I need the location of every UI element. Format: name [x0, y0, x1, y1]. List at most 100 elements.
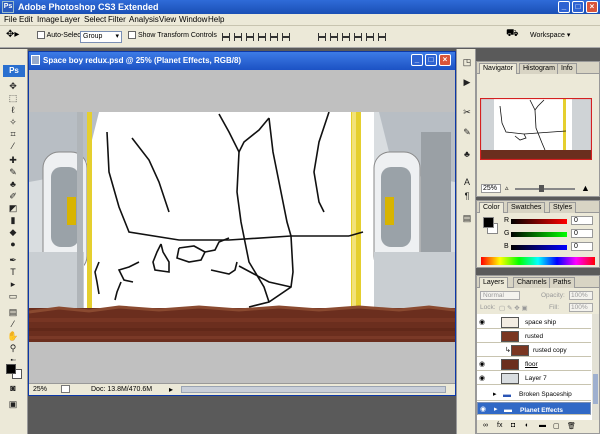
tab-info[interactable]: Info [557, 63, 577, 74]
channel-r-value[interactable]: 0 [571, 216, 593, 225]
doc-minimize-button[interactable]: _ [411, 54, 423, 66]
quick-mask-icon[interactable]: ◙ [5, 383, 21, 394]
crop-tool-icon[interactable]: ⌗ [5, 129, 21, 140]
expand-arrow-icon[interactable]: ▸ [493, 390, 497, 398]
zoom-level[interactable]: 25% [33, 386, 47, 393]
color-spectrum-bar[interactable] [481, 257, 595, 265]
channel-r-slider[interactable] [511, 219, 567, 224]
tab-navigator[interactable]: Navigator [479, 63, 517, 74]
align-left-icon[interactable] [258, 33, 266, 41]
tab-styles[interactable]: Styles [549, 202, 577, 213]
layer-row-layer-7[interactable]: ◉ Layer 7 [477, 372, 591, 385]
tab-paths[interactable]: Paths [549, 277, 575, 288]
gradient-tool-icon[interactable]: ▮ [5, 215, 21, 226]
clone-source-icon[interactable]: ♣ [459, 149, 475, 160]
move-tool-icon[interactable]: ✥▸ [6, 29, 19, 40]
opacity-field[interactable]: 100% [569, 291, 593, 300]
marquee-tool-icon[interactable]: ⬚ [5, 93, 21, 104]
align-vcenter-icon[interactable] [234, 33, 242, 41]
lock-icons[interactable]: ▢ ✎ ✥ ▣ [499, 304, 528, 312]
align-right-icon[interactable] [282, 33, 290, 41]
layer-mask-icon[interactable]: ◘ [511, 422, 515, 429]
history-panel-icon[interactable]: ◳ [459, 57, 475, 68]
menu-help[interactable]: Help [208, 15, 224, 24]
tab-color[interactable]: Color [479, 202, 504, 213]
show-transform-controls-group[interactable]: Show Transform Controls [128, 31, 217, 39]
tab-layers[interactable]: Layers [479, 277, 509, 288]
blend-mode-select[interactable]: Normal [480, 291, 520, 300]
tab-channels[interactable]: Channels [513, 277, 551, 288]
align-top-icon[interactable] [222, 33, 230, 41]
slider-thumb[interactable] [539, 185, 544, 192]
status-menu-arrow-icon[interactable]: ▸ [169, 385, 173, 394]
brushes-panel-icon[interactable]: ✎ [459, 127, 475, 138]
healing-brush-tool-icon[interactable]: ✚ [5, 155, 21, 166]
navigator-zoom-slider[interactable] [515, 188, 575, 190]
menu-edit[interactable]: Edit [19, 15, 33, 24]
channel-g-slider[interactable] [511, 232, 567, 237]
align-hcenter-icon[interactable] [270, 33, 278, 41]
canvas-area[interactable] [29, 70, 455, 383]
layer-style-icon[interactable]: fx [497, 422, 502, 429]
pen-tool-icon[interactable]: ✒ [5, 255, 21, 266]
navigator-thumbnail[interactable] [480, 98, 592, 160]
align-bottom-icon[interactable] [246, 33, 254, 41]
notes-tool-icon[interactable]: ▤ [5, 307, 21, 318]
doc-close-button[interactable]: × [439, 54, 451, 66]
layer-row-broken-spaceship[interactable]: ▸ ▬ Broken Spaceship [477, 388, 591, 401]
doc-maximize-button[interactable]: □ [425, 54, 437, 66]
menu-window[interactable]: Window [179, 15, 207, 24]
new-group-icon[interactable]: ▬ [539, 422, 546, 429]
channel-b-value[interactable]: 0 [571, 242, 593, 251]
eye-icon[interactable]: ◉ [479, 375, 487, 382]
workspace-button[interactable]: Workspace ▾ [530, 31, 570, 39]
menu-filter[interactable]: Filter [108, 15, 126, 24]
magic-wand-tool-icon[interactable]: ✧ [5, 117, 21, 128]
history-brush-tool-icon[interactable]: ✐ [5, 191, 21, 202]
layer-comps-icon[interactable]: ▤ [459, 213, 475, 224]
link-layers-icon[interactable]: ∞ [483, 422, 488, 429]
close-button[interactable]: × [586, 1, 598, 13]
tool-presets-icon[interactable]: ✂ [459, 107, 475, 118]
canvas-image[interactable] [29, 112, 455, 342]
hand-tool-icon[interactable]: ✋ [5, 331, 21, 342]
auto-select-checkbox-group[interactable]: Auto-Select: [37, 31, 85, 39]
layer-row-rusted-copy[interactable]: ↳ rusted copy [477, 344, 591, 357]
distribute-left-icon[interactable] [354, 33, 362, 41]
maximize-button[interactable]: □ [572, 1, 584, 13]
menu-select[interactable]: Select [84, 15, 106, 24]
zoom-in-icon[interactable]: ▲ [581, 183, 590, 193]
move-tool-icon[interactable]: ✥ [5, 81, 21, 92]
eyedropper-sampler-tool-icon[interactable]: ⁄ [5, 319, 21, 330]
clone-stamp-tool-icon[interactable]: ♣ [5, 179, 21, 190]
layer-row-space-ship[interactable]: ◉ space ship [477, 316, 591, 329]
path-selection-tool-icon[interactable]: ▸ [5, 279, 21, 290]
menu-analysis[interactable]: Analysis [129, 15, 159, 24]
document-titlebar[interactable]: Space boy redux.psd @ 25% (Planet Effect… [29, 52, 455, 70]
layers-scrollbar-thumb[interactable] [593, 374, 598, 404]
zoom-out-icon[interactable]: ▵ [505, 184, 509, 192]
channel-g-value[interactable]: 0 [571, 229, 593, 238]
eye-icon[interactable]: ◉ [479, 319, 487, 326]
actions-panel-icon[interactable]: ▶ [459, 77, 475, 88]
layers-scrollbar[interactable] [592, 314, 599, 420]
auto-select-dropdown[interactable]: Group ▾ [80, 31, 122, 43]
menu-layer[interactable]: Layer [60, 15, 80, 24]
eyedropper-tool-icon[interactable]: ⁄ [5, 141, 21, 152]
menu-image[interactable]: Image [37, 15, 59, 24]
distribute-vcenter-icon[interactable] [330, 33, 338, 41]
layer-row-floor[interactable]: ◉ floor [477, 358, 591, 371]
new-layer-icon[interactable]: ▢ [553, 422, 560, 430]
distribute-hcenter-icon[interactable] [366, 33, 374, 41]
color-foreground-swatch-top[interactable] [483, 217, 494, 228]
dodge-tool-icon[interactable]: ● [5, 239, 21, 250]
align-buttons[interactable] [222, 33, 294, 41]
shape-tool-icon[interactable]: ▭ [5, 291, 21, 302]
status-icon[interactable] [61, 385, 70, 393]
eye-icon[interactable]: ◉ [479, 361, 487, 368]
adjustment-layer-icon[interactable]: ◐ [525, 422, 529, 429]
blur-tool-icon[interactable]: ◆ [5, 227, 21, 238]
layer-row-planet-effects[interactable]: ◉ ▸ ▬ Planet Effects [477, 402, 591, 415]
bridge-icon[interactable]: ⛟ [506, 28, 519, 41]
minimize-button[interactable]: _ [558, 1, 570, 13]
